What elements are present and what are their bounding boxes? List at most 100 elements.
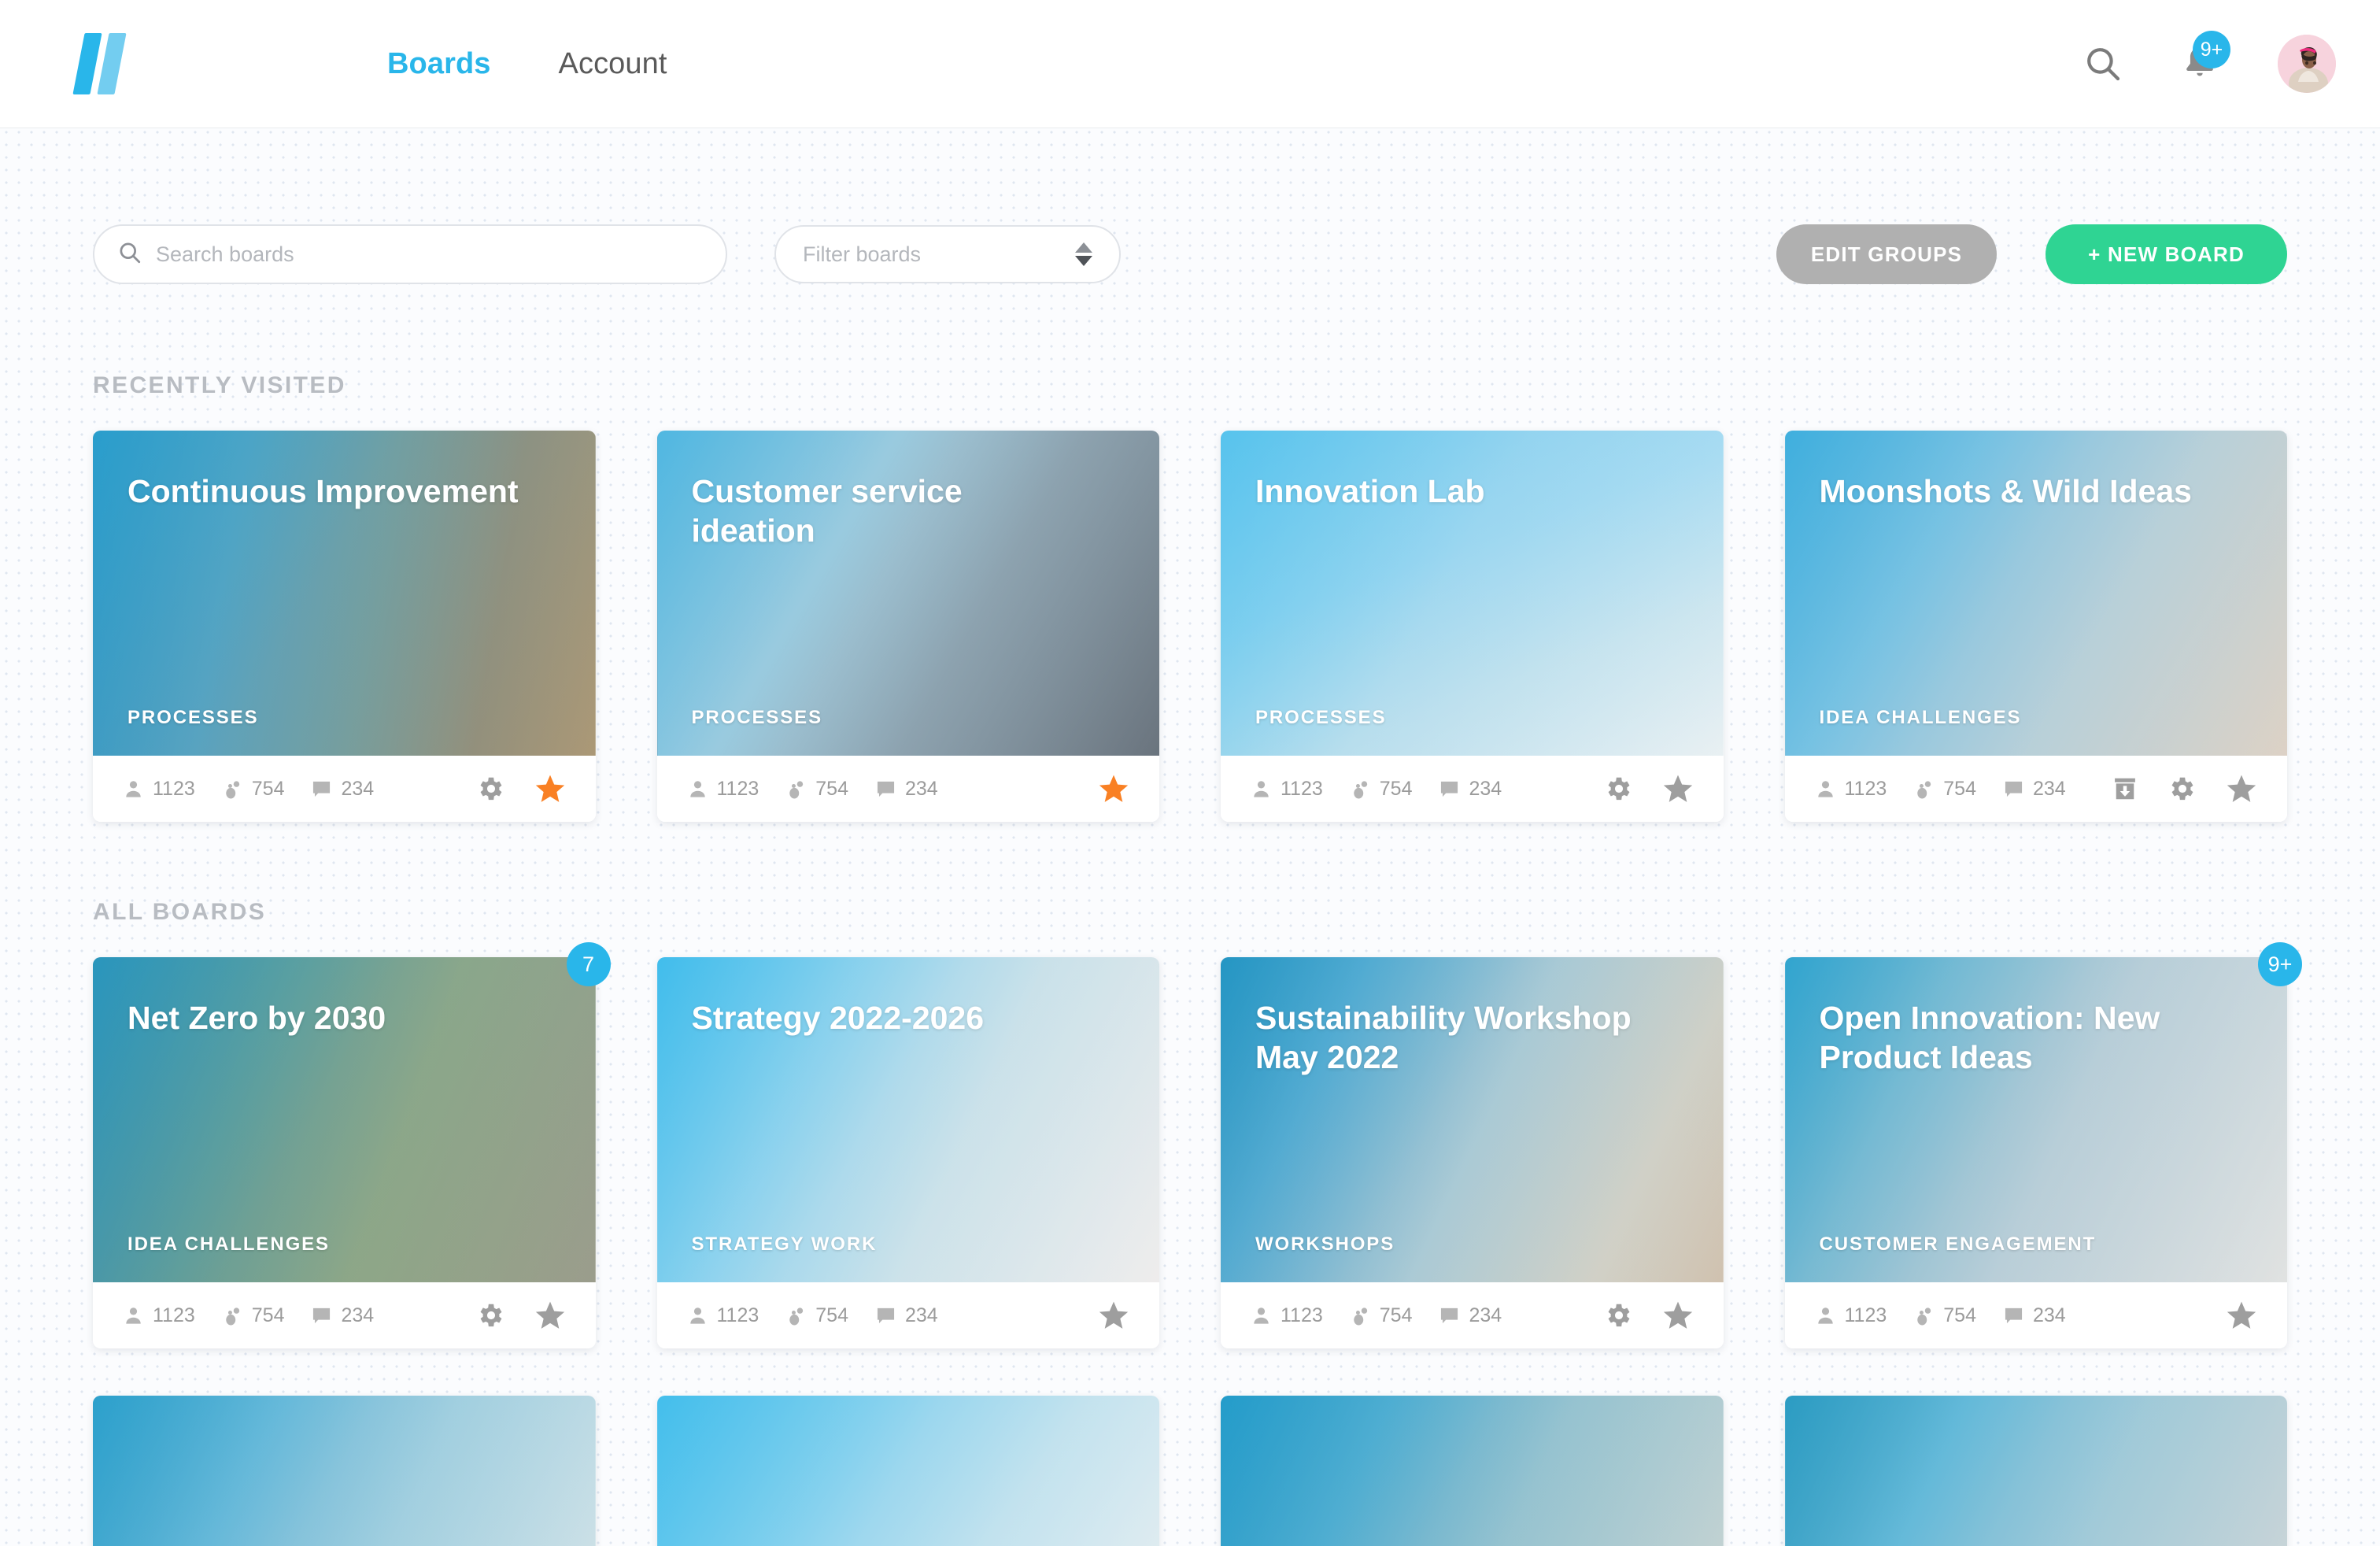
board-card-footer: 1123754234	[1785, 756, 2288, 822]
board-category: IDEA CHALLENGES	[1820, 707, 2253, 729]
board-category: PROCESSES	[128, 707, 561, 729]
board-card-footer: 1123754234	[93, 756, 596, 822]
stat-comments-value: 234	[1469, 778, 1502, 801]
stat-ideas-value: 754	[815, 1304, 848, 1327]
gear-icon[interactable]	[476, 1300, 506, 1330]
top-navigation-bar: Boards Account 9+	[0, 0, 2380, 128]
stat-comments-value: 234	[341, 1304, 374, 1327]
board-card-media: Innovation LabPROCESSES	[1221, 431, 1724, 756]
board-card[interactable]: Moonshots & Wild IdeasIDEA CHALLENGES112…	[1785, 431, 2288, 822]
board-card-inner: Our Values	[657, 1396, 1160, 1546]
board-title: Innovation Lab	[1255, 472, 1654, 511]
edit-groups-button[interactable]: EDIT GROUPS	[1776, 224, 1997, 284]
all-boards-grid-row2: Marketing Campaigns Our Values Customer Fe…	[93, 1396, 2287, 1546]
notifications-bell[interactable]: 9+	[2182, 43, 2218, 84]
lightbulb-ideas-icon	[785, 1305, 807, 1326]
logo-bar-dark	[72, 33, 102, 94]
stat-comments-value: 234	[905, 778, 938, 801]
board-card-footer: 1123754234	[657, 756, 1160, 822]
lightbulb-ideas-icon	[1350, 1305, 1371, 1326]
stat-ideas-value: 754	[1380, 1304, 1413, 1327]
gear-icon[interactable]	[1604, 1300, 1634, 1330]
star-icon[interactable]	[534, 1300, 566, 1331]
board-card-media: Customer service ideationPROCESSES	[657, 431, 1160, 756]
board-card[interactable]: Marketing Campaigns	[93, 1396, 596, 1546]
board-card[interactable]: Customer Feedback	[1221, 1396, 1724, 1546]
comment-icon	[875, 1305, 896, 1326]
board-actions	[1604, 1300, 1694, 1331]
board-card[interactable]: Our Values	[657, 1396, 1160, 1546]
comment-icon	[2003, 1305, 2024, 1326]
comment-icon	[1439, 779, 1460, 800]
person-icon	[1815, 1305, 1836, 1326]
stat-ideas: 754	[222, 1304, 285, 1327]
star-icon[interactable]	[1662, 1300, 1694, 1331]
stat-comments: 234	[2003, 1304, 2066, 1327]
star-icon[interactable]	[1662, 773, 1694, 804]
board-title: Sustainability Workshop May 2022	[1255, 998, 1654, 1077]
gear-icon[interactable]	[476, 774, 506, 804]
comment-icon	[311, 779, 332, 800]
board-card[interactable]: Call Center Customer	[1785, 1396, 2288, 1546]
person-icon	[123, 1305, 144, 1326]
card-badge: 9+	[2258, 942, 2302, 986]
star-icon[interactable]	[2226, 773, 2257, 804]
stat-members-value: 1123	[1281, 1304, 1323, 1327]
main-nav: Boards Account	[387, 47, 667, 81]
board-stats: 1123754234	[1815, 1304, 2066, 1327]
board-card-footer: 1123754234	[93, 1282, 596, 1348]
search-icon[interactable]	[2084, 45, 2122, 83]
stat-ideas: 754	[222, 778, 285, 801]
board-card[interactable]: Continuous ImprovementPROCESSES112375423…	[93, 431, 596, 822]
board-card-media: Net Zero by 2030IDEA CHALLENGES	[93, 957, 596, 1282]
search-input[interactable]	[156, 242, 702, 267]
search-boards-box[interactable]	[93, 224, 727, 284]
stat-members: 1123	[1251, 1304, 1323, 1327]
board-card[interactable]: Strategy 2022-2026STRATEGY WORK112375423…	[657, 957, 1160, 1348]
stat-ideas: 754	[1350, 1304, 1413, 1327]
board-card-inner: Open Innovation: New Product IdeasCUSTOM…	[1785, 957, 2288, 1348]
new-board-button[interactable]: + NEW BOARD	[2046, 224, 2287, 284]
board-card-footer: 1123754234	[1221, 756, 1724, 822]
star-icon[interactable]	[1098, 1300, 1129, 1331]
board-stats: 1123754234	[687, 1304, 938, 1327]
stat-members-value: 1123	[1281, 778, 1323, 801]
board-card-media: Sustainability Workshop May 2022WORKSHOP…	[1221, 957, 1724, 1282]
board-stats: 1123754234	[123, 778, 374, 801]
archive-icon[interactable]	[2111, 775, 2139, 803]
star-icon[interactable]	[2226, 1300, 2257, 1331]
board-title: Customer service ideation	[692, 472, 1090, 550]
comment-icon	[875, 779, 896, 800]
board-card-media: Customer Feedback	[1221, 1396, 1724, 1546]
stat-comments-value: 234	[2033, 778, 2066, 801]
board-stats: 1123754234	[687, 778, 938, 801]
person-icon	[1815, 779, 1836, 800]
stat-ideas-value: 754	[252, 1304, 285, 1327]
board-card-inner: Call Center Customer	[1785, 1396, 2288, 1546]
avatar[interactable]	[2278, 35, 2336, 93]
board-actions	[476, 1300, 566, 1331]
board-card[interactable]: 9+Open Innovation: New Product IdeasCUST…	[1785, 957, 2288, 1348]
board-card[interactable]: Sustainability Workshop May 2022WORKSHOP…	[1221, 957, 1724, 1348]
section-title-all-boards: ALL BOARDS	[93, 899, 2287, 926]
board-card[interactable]: Customer service ideationPROCESSES 112375…	[657, 431, 1160, 822]
brand-logo[interactable]	[79, 33, 181, 94]
stat-comments-value: 234	[1469, 1304, 1502, 1327]
gear-icon[interactable]	[2168, 774, 2197, 804]
board-card[interactable]: Innovation LabPROCESSES1123754234	[1221, 431, 1724, 822]
board-card[interactable]: 7Net Zero by 2030IDEA CHALLENGES11237542…	[93, 957, 596, 1348]
nav-link-account[interactable]: Account	[559, 47, 667, 81]
board-actions	[1098, 1300, 1129, 1331]
star-icon[interactable]	[1098, 773, 1129, 804]
star-icon[interactable]	[534, 773, 566, 804]
gear-icon[interactable]	[1604, 774, 1634, 804]
board-category: STRATEGY WORK	[692, 1233, 1125, 1256]
page-content: Filter boards EDIT GROUPS + NEW BOARD RE…	[0, 128, 2380, 1546]
board-actions	[2226, 1300, 2257, 1331]
lightbulb-ideas-icon	[222, 1305, 243, 1326]
stat-members-value: 1123	[717, 778, 759, 801]
section-title-recently-visited: RECENTLY VISITED	[93, 372, 2287, 399]
comment-icon	[2003, 779, 2024, 800]
filter-boards-select[interactable]: Filter boards	[774, 225, 1121, 283]
nav-link-boards[interactable]: Boards	[387, 47, 491, 81]
